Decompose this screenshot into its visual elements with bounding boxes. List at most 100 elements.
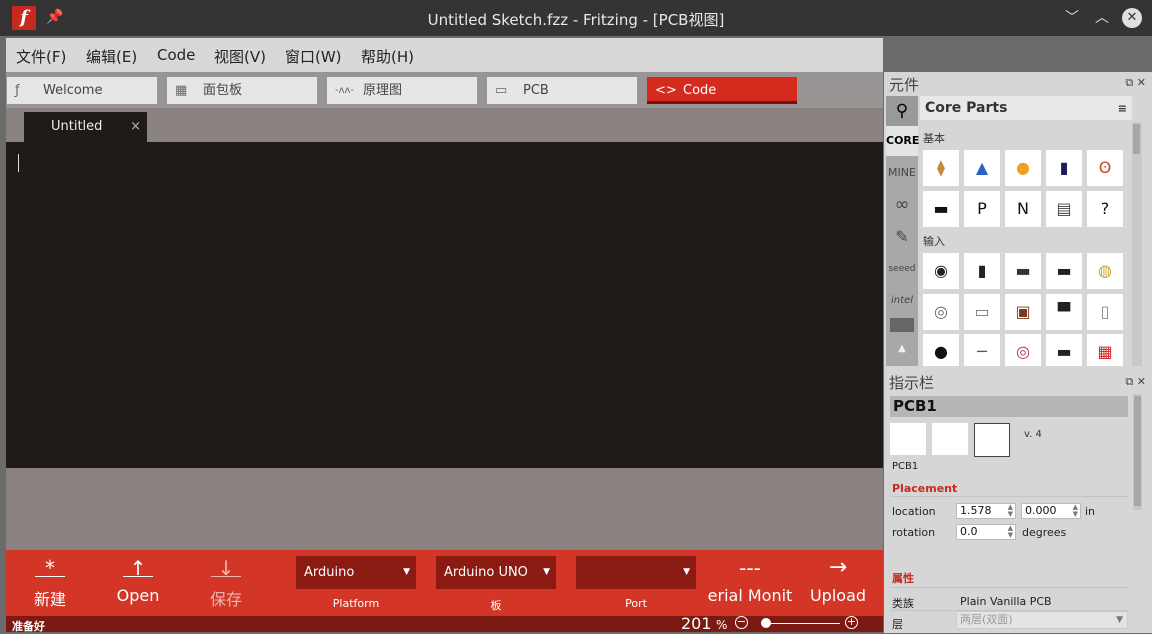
tab-welcome[interactable]: ƒ Welcome bbox=[7, 77, 157, 104]
close-window-button[interactable]: ✕ bbox=[1122, 8, 1142, 28]
open-button[interactable]: ↑ Open bbox=[108, 550, 168, 616]
spin-arrows-icon[interactable]: ▲ ▼ bbox=[1008, 504, 1013, 518]
close-tab-icon[interactable]: × bbox=[130, 112, 141, 142]
tab-breadboard[interactable]: ▦ 面包板 bbox=[167, 77, 317, 104]
module-icon[interactable]: ▬ bbox=[1046, 334, 1082, 366]
tab-code[interactable]: <> Code bbox=[647, 77, 797, 104]
serial-monitor-label: erial Monit bbox=[707, 586, 793, 605]
spin-arrows-icon[interactable]: ▲ ▼ bbox=[1073, 504, 1078, 518]
piezo-icon[interactable]: ◍ bbox=[1087, 253, 1123, 289]
bin-scroll-up-icon[interactable]: ▲ bbox=[886, 334, 918, 364]
arduino-bin-icon[interactable]: ∞ bbox=[886, 190, 918, 220]
rotary-pot-icon[interactable]: ◎ bbox=[923, 294, 959, 330]
menu-view[interactable]: 视图(V) bbox=[214, 46, 266, 67]
ldr-icon[interactable]: ● bbox=[923, 334, 959, 366]
code-editor[interactable] bbox=[6, 142, 883, 468]
header-icon[interactable]: ▬ bbox=[1046, 253, 1082, 289]
pushbutton-icon[interactable]: ▣ bbox=[1005, 294, 1041, 330]
intel-bin-icon[interactable]: intel bbox=[886, 286, 918, 316]
seeed-bin-icon[interactable]: seeed bbox=[886, 254, 918, 284]
save-button[interactable]: ↓ 保存 bbox=[196, 550, 256, 616]
location-unit[interactable]: in bbox=[1085, 505, 1095, 518]
zoom-unit: % bbox=[716, 618, 728, 632]
upload-button[interactable]: → Upload bbox=[806, 550, 870, 616]
new-button[interactable]: * 新建 bbox=[20, 550, 80, 616]
rotary-encoder-icon[interactable]: ◉ bbox=[923, 253, 959, 289]
spin-arrows-icon[interactable]: ▲ ▼ bbox=[1008, 525, 1013, 539]
menu-help[interactable]: 帮助(H) bbox=[361, 46, 414, 67]
menu-file[interactable]: 文件(F) bbox=[16, 46, 66, 67]
resistor-icon[interactable]: ⧫ bbox=[923, 150, 959, 186]
panel-float-close-icons[interactable]: ⧉ ✕ bbox=[1125, 76, 1146, 90]
minimize-button[interactable]: ﹀ bbox=[1062, 8, 1082, 28]
location-x-input[interactable]: 1.578 ▲ ▼ bbox=[956, 503, 1016, 519]
menu-edit[interactable]: 编辑(E) bbox=[86, 46, 137, 67]
code-icon: <> bbox=[655, 83, 677, 98]
layer-select[interactable]: 两层(双面) ▼ bbox=[956, 611, 1128, 629]
electrolytic-capacitor-icon[interactable]: ▮ bbox=[1046, 150, 1082, 186]
port-select[interactable]: ▼ bbox=[576, 556, 696, 589]
arrow-right-icon: → bbox=[828, 555, 848, 580]
divider bbox=[890, 496, 1128, 497]
mystery-part-icon[interactable]: ? bbox=[1087, 191, 1123, 227]
photocell-icon[interactable]: ◎ bbox=[1005, 334, 1041, 366]
tab-label: Welcome bbox=[43, 83, 103, 98]
zoom-slider-handle[interactable] bbox=[761, 618, 771, 628]
inductor-icon[interactable]: ʘ bbox=[1087, 150, 1123, 186]
rotation-label: rotation bbox=[892, 526, 936, 539]
bin-title-label: Core Parts bbox=[925, 100, 1008, 116]
pnp-transistor-icon[interactable]: P bbox=[964, 191, 1000, 227]
bin-core[interactable]: CORE bbox=[886, 126, 919, 156]
zoom-out-button[interactable]: − bbox=[735, 616, 748, 629]
npn-transistor-icon[interactable]: N bbox=[1005, 191, 1041, 227]
serial-monitor-button[interactable]: --- erial Monit bbox=[706, 550, 794, 616]
board-select[interactable]: Arduino UNO ▼ bbox=[436, 556, 556, 589]
scrollbar-thumb[interactable] bbox=[1133, 124, 1140, 154]
sensor-board-icon[interactable]: ▦ bbox=[1087, 334, 1123, 366]
location-y-input[interactable]: 0.000 ▲ ▼ bbox=[1021, 503, 1081, 519]
console-area[interactable] bbox=[6, 468, 883, 550]
placement-header: Placement bbox=[892, 482, 958, 495]
bin-mine[interactable]: MINE bbox=[886, 158, 918, 188]
panel-float-close-icons[interactable]: ⧉ ✕ bbox=[1125, 375, 1146, 389]
zoom-slider[interactable] bbox=[764, 623, 840, 624]
location-y-value: 0.000 bbox=[1025, 504, 1057, 517]
zoom-in-button[interactable]: + bbox=[845, 616, 858, 629]
layer-value: 两层(双面) bbox=[960, 613, 1013, 626]
tab-schematic[interactable]: -ᴧᴧ- 原理图 bbox=[327, 77, 477, 104]
file-tab-untitled[interactable]: Untitled × bbox=[24, 112, 147, 142]
platform-value: Arduino bbox=[304, 565, 355, 580]
part-title[interactable]: PCB1 bbox=[890, 396, 1128, 417]
slide-pot-icon[interactable]: ▬ bbox=[1005, 253, 1041, 289]
rotation-input[interactable]: 0.0 ▲ ▼ bbox=[956, 524, 1016, 540]
bin-menu-icon[interactable]: ≡ bbox=[1118, 97, 1127, 121]
tilt-switch-icon[interactable]: ▯ bbox=[1087, 294, 1123, 330]
platform-select[interactable]: Arduino ▼ bbox=[296, 556, 416, 589]
ceramic-capacitor-icon[interactable]: ▲ bbox=[964, 150, 1000, 186]
scrollbar-thumb[interactable] bbox=[1134, 396, 1141, 506]
inspector-scrollbar[interactable] bbox=[1133, 394, 1142, 510]
wire-icon[interactable]: ─ bbox=[964, 334, 1000, 366]
tab-label: PCB bbox=[523, 83, 549, 98]
fet-icon[interactable]: ▤ bbox=[1046, 191, 1082, 227]
diode-icon[interactable]: ▬ bbox=[923, 191, 959, 227]
save-icon: ↓ bbox=[217, 556, 235, 580]
sparkfun-bin-icon[interactable]: ✎ bbox=[886, 222, 918, 252]
tab-pcb[interactable]: ▭ PCB bbox=[487, 77, 637, 104]
bin-icon[interactable] bbox=[890, 318, 914, 332]
menu-code[interactable]: Code bbox=[157, 46, 195, 64]
part-label: PCB1 bbox=[892, 461, 919, 472]
bin-title: Core Parts ≡ bbox=[920, 96, 1132, 120]
slide-switch-icon[interactable]: ▀ bbox=[1046, 294, 1082, 330]
tantalum-capacitor-icon[interactable]: ● bbox=[1005, 150, 1041, 186]
tab-label: 原理图 bbox=[363, 83, 403, 98]
window-title: Untitled Sketch.fzz - Fritzing - [PCB视图] bbox=[427, 11, 725, 29]
reed-switch-icon[interactable]: ▭ bbox=[964, 294, 1000, 330]
parts-scrollbar[interactable] bbox=[1132, 122, 1142, 366]
maximize-button[interactable]: ︿ bbox=[1092, 8, 1112, 28]
potentiometer-icon[interactable]: ▮ bbox=[964, 253, 1000, 289]
search-icon[interactable]: ⚲ bbox=[886, 96, 918, 126]
bin-list: CORE MINE ∞ ✎ seeed intel ▲ bbox=[886, 96, 919, 366]
status-bar: 准备好 201 % − + bbox=[6, 614, 883, 633]
menu-window[interactable]: 窗口(W) bbox=[285, 46, 342, 67]
